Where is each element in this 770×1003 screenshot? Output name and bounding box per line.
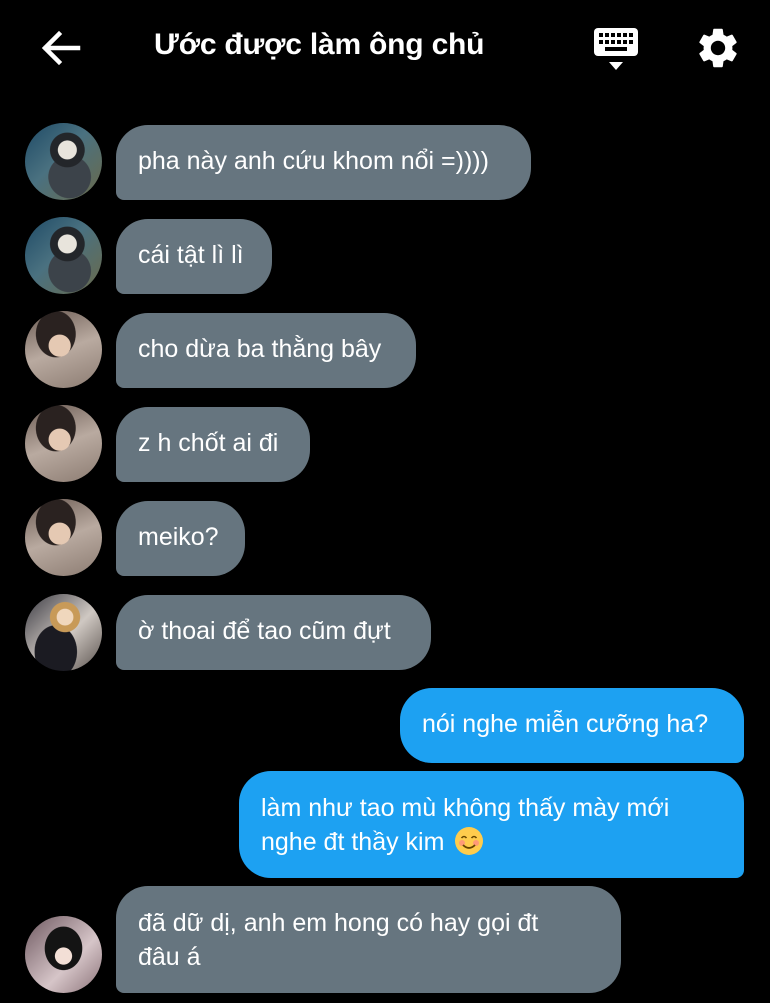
message-text: cho dừa ba thằng bây <box>138 335 382 363</box>
message-text: pha này anh cứu khom nổi =)))) <box>138 147 489 175</box>
outgoing-message-bubble[interactable]: nói nghe miễn cưỡng ha? <box>400 688 744 763</box>
avatar[interactable] <box>25 594 102 671</box>
avatar[interactable] <box>25 405 102 482</box>
arrow-left-icon <box>41 30 81 66</box>
keyboard-toggle-button[interactable] <box>592 24 640 74</box>
message-text-line: đâu á <box>138 943 201 971</box>
message-text: ờ thoai để tao cũm đựt <box>138 617 391 645</box>
outgoing-message-bubble[interactable]: làm như tao mù không thấy mày mới nghe đ… <box>239 771 744 878</box>
conversation-header: Ước được làm ông chủ <box>0 0 770 96</box>
message-text: cái tật lì lì <box>138 241 244 269</box>
conversation-title: Ước được làm ông chủ <box>154 28 485 61</box>
message-text-line: đã dữ dị, anh em hong có hay gọi đt <box>138 909 539 937</box>
avatar[interactable] <box>25 499 102 576</box>
message-text: nói nghe miễn cưỡng ha? <box>422 710 709 738</box>
message-text-line: nghe đt thầy kim <box>261 825 722 859</box>
avatar[interactable] <box>25 217 102 294</box>
settings-button[interactable] <box>694 24 742 72</box>
incoming-message-bubble[interactable]: cái tật lì lì <box>116 219 272 294</box>
keyboard-icon <box>594 28 638 70</box>
incoming-message-bubble[interactable]: meiko? <box>116 501 245 576</box>
incoming-message-bubble[interactable]: đã dữ dị, anh em hong có hay gọi đt đâu … <box>116 886 621 993</box>
avatar[interactable] <box>25 311 102 388</box>
incoming-message-bubble[interactable]: z h chốt ai đi <box>116 407 310 482</box>
incoming-message-bubble[interactable]: cho dừa ba thằng bây <box>116 313 416 388</box>
message-text-line: làm như tao mù không thấy mày mới <box>261 794 670 822</box>
avatar[interactable] <box>25 123 102 200</box>
message-text: z h chốt ai đi <box>138 429 279 457</box>
gear-icon <box>699 28 737 68</box>
incoming-message-bubble[interactable]: ờ thoai để tao cũm đựt <box>116 595 431 670</box>
incoming-message-bubble[interactable]: pha này anh cứu khom nổi =)))) <box>116 125 531 200</box>
back-button[interactable] <box>38 26 82 70</box>
avatar[interactable] <box>25 916 102 993</box>
message-text: meiko? <box>138 523 219 551</box>
smiling-face-icon <box>455 827 484 855</box>
